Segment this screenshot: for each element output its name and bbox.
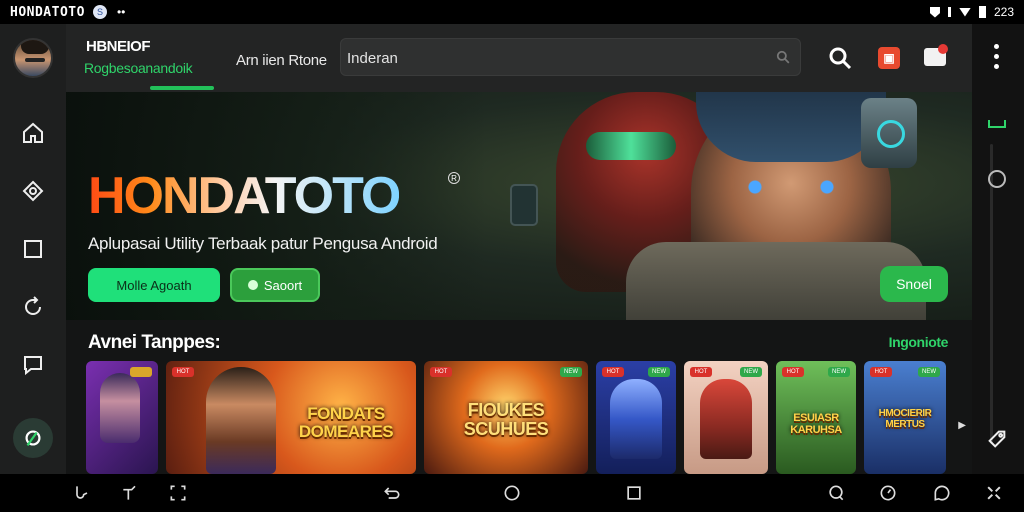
- hero-visor: [586, 132, 676, 160]
- home-circle-icon[interactable]: [502, 483, 522, 503]
- card-badge: [130, 367, 152, 377]
- shield-icon: [929, 6, 940, 18]
- game-card[interactable]: HOT FONDATS DOMEARES: [166, 361, 416, 474]
- games-section: Avnei Tanppes: Ingoniote HOT FONDATS DOME…: [66, 320, 972, 474]
- chat-bubble-icon[interactable]: [826, 483, 846, 503]
- nav-chat-button[interactable]: [18, 350, 48, 380]
- card-badge-hot: HOT: [430, 367, 452, 377]
- home-icon: [23, 122, 43, 143]
- chat-icon: [24, 356, 42, 376]
- leaf-icon: [25, 430, 41, 446]
- hero-secondary-button[interactable]: Saoort: [230, 268, 320, 302]
- compass-icon: [22, 180, 44, 202]
- search-value: Inderan: [347, 50, 398, 67]
- section-see-all-link[interactable]: Ingoniote: [889, 334, 949, 350]
- card-badge-hot: HOT: [870, 367, 892, 377]
- card-badge-hot: HOT: [172, 367, 194, 377]
- card-art: [700, 379, 752, 459]
- pin-icon[interactable]: [120, 483, 140, 503]
- nav-refresh-button[interactable]: [18, 292, 48, 322]
- hero-device: [861, 98, 917, 168]
- tab-indicator: [150, 86, 214, 90]
- card-badge-new: NEW: [918, 367, 940, 377]
- back-icon[interactable]: [382, 483, 402, 503]
- status-time: 223: [993, 5, 1014, 19]
- hero-eyes: [731, 180, 851, 194]
- game-card[interactable]: HOT NEW: [684, 361, 768, 474]
- app-name: HBNEIOF: [86, 38, 151, 55]
- nav-explore-button[interactable]: [18, 176, 48, 206]
- tag-icon[interactable]: [986, 428, 1008, 450]
- nav-home-button[interactable]: [18, 118, 48, 148]
- hero-phone: [510, 184, 538, 226]
- screenshot-icon[interactable]: [168, 483, 188, 503]
- side-rail: [972, 24, 1024, 474]
- search-button-icon[interactable]: [828, 46, 852, 70]
- game-card[interactable]: [86, 361, 158, 474]
- more-options-icon[interactable]: [994, 44, 1000, 74]
- message-icon[interactable]: [932, 483, 952, 503]
- hero-banner: HONDATOTO R Aplupasai Utility Terbaak pa…: [66, 92, 972, 320]
- scroll-right-icon[interactable]: ▶: [958, 420, 966, 431]
- hero-primary-button[interactable]: Molle Agoath: [88, 268, 220, 302]
- card-badge-new: NEW: [560, 367, 582, 377]
- card-art: [206, 367, 276, 474]
- card-title: HMOCIERIR MERTUS: [878, 408, 932, 430]
- card-badge-hot: HOT: [690, 367, 712, 377]
- nav-library-button[interactable]: [18, 234, 48, 264]
- card-badge-new: NEW: [828, 367, 850, 377]
- more-notifications-indicator: ••: [116, 5, 126, 19]
- status-bar: HONDATOTO S •• 223: [0, 0, 1024, 24]
- tab-label[interactable]: Arn iien Rtone: [236, 52, 327, 69]
- card-art: [610, 379, 662, 459]
- hero-hair: [696, 92, 886, 162]
- card-badge-new: NEW: [648, 367, 670, 377]
- card-title: FIOUKES SCUHUES: [463, 400, 549, 439]
- card-title: ESUIASR KARUHSA: [790, 412, 842, 436]
- hero-right-button[interactable]: Snoel: [880, 266, 948, 302]
- mail-badge: [938, 44, 948, 54]
- card-badge-new: NEW: [740, 367, 762, 377]
- system-navigation-bar: [0, 474, 1024, 512]
- search-input[interactable]: Inderan: [340, 38, 801, 76]
- gift-icon[interactable]: ▣: [878, 47, 900, 69]
- avatar[interactable]: [13, 38, 53, 78]
- battery-icon: [978, 6, 986, 18]
- game-card[interactable]: HOT NEW FIOUKES SCUHUES: [424, 361, 588, 474]
- card-art: [100, 373, 140, 443]
- app-subtitle[interactable]: Rogbesoanandoik: [84, 60, 193, 76]
- game-card[interactable]: HOT NEW HMOCIERIR MERTUS: [864, 361, 946, 474]
- section-title: Avnei Tanppes:: [88, 332, 221, 353]
- status-app-title: HONDATOTO: [10, 4, 85, 20]
- hero-subtitle: Aplupasai Utility Terbaak patur Pengusa …: [88, 234, 438, 253]
- curve-back-icon[interactable]: [72, 483, 92, 503]
- registered-icon: R: [448, 172, 460, 184]
- signal-icon: [947, 7, 951, 17]
- nav-fab-button[interactable]: [13, 418, 53, 458]
- hero-secondary-label: Saoort: [263, 277, 303, 293]
- game-card[interactable]: HOT NEW: [596, 361, 676, 474]
- wifi-icon: [958, 7, 971, 17]
- card-badge-hot: HOT: [602, 367, 624, 377]
- play-icon: [247, 280, 258, 290]
- navigation-rail: [0, 24, 66, 474]
- scrollbar[interactable]: [990, 144, 993, 444]
- hero-title: HONDATOTO: [88, 167, 401, 225]
- timer-icon[interactable]: [878, 483, 898, 503]
- card-badge-hot: HOT: [782, 367, 804, 377]
- top-app-bar: HBNEIOF Rogbesoanandoik Arn iien Rtone I…: [66, 24, 972, 92]
- recents-icon[interactable]: [624, 483, 644, 503]
- square-icon: [24, 240, 42, 258]
- expand-icon[interactable]: [984, 483, 1004, 503]
- refresh-icon: [25, 296, 41, 315]
- tray-icon[interactable]: [988, 120, 1006, 128]
- game-card-list: HOT FONDATS DOMEARES HOT NEW FIOUKES SCUHU…: [86, 361, 946, 474]
- game-card[interactable]: HOT NEW ESUIASR KARUHSA: [776, 361, 856, 474]
- card-title: FONDATS DOMEARES: [298, 404, 394, 441]
- circle-icon[interactable]: [988, 170, 1006, 188]
- notification-badge-icon: S: [92, 5, 107, 19]
- search-icon[interactable]: [776, 50, 790, 64]
